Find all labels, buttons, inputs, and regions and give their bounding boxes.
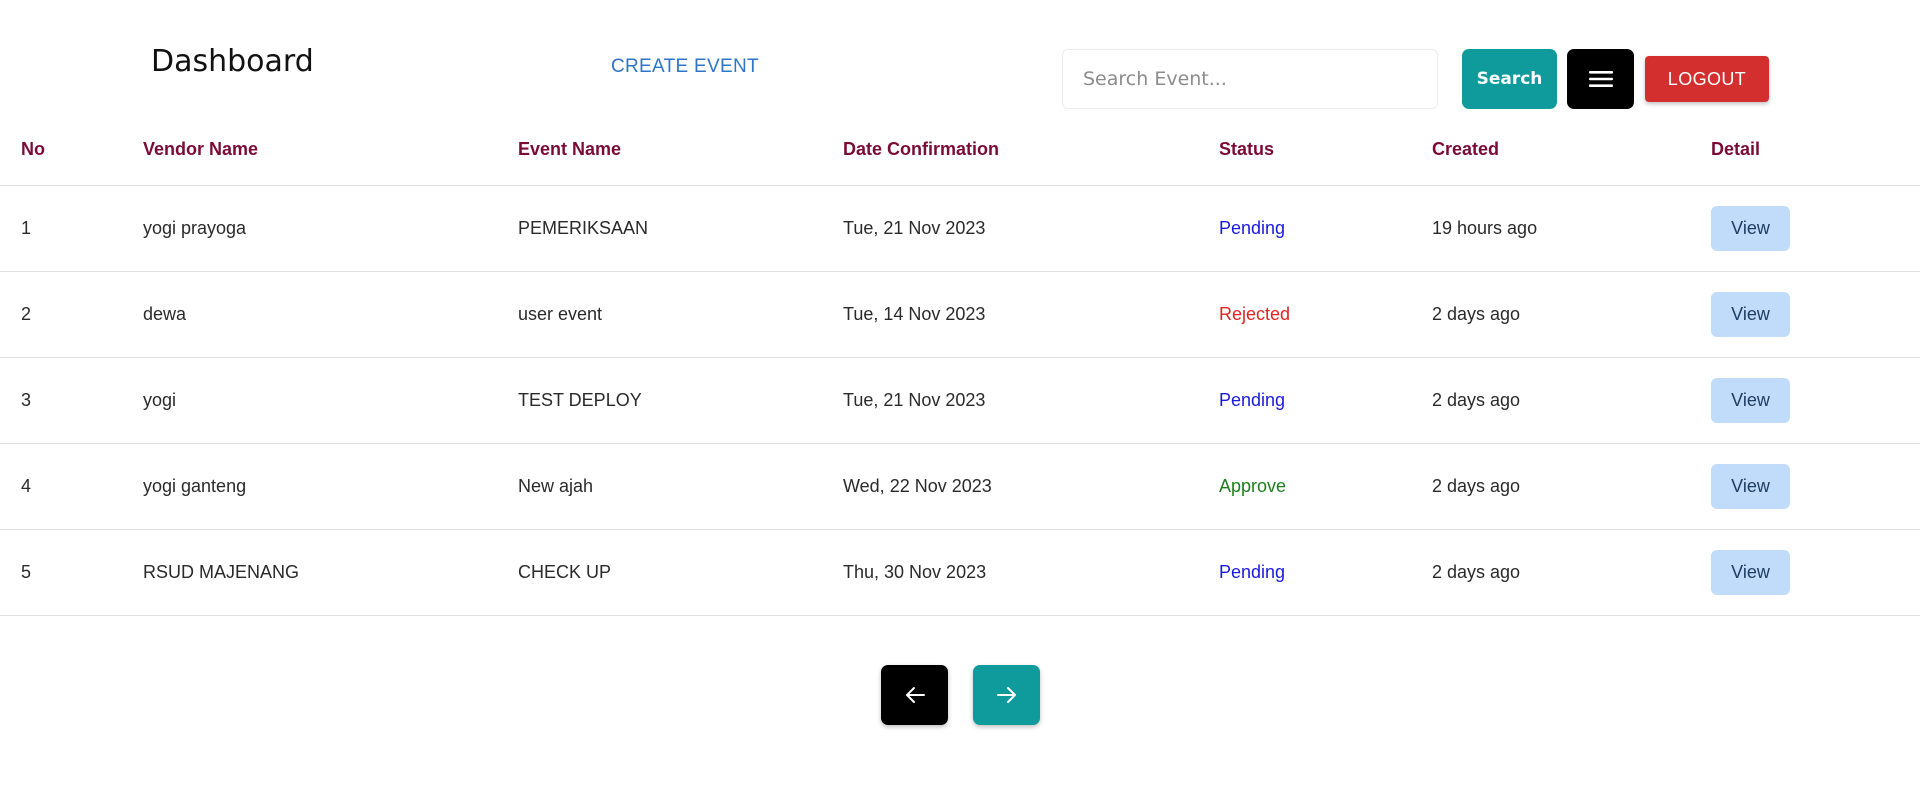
cell-no: 3 xyxy=(0,357,143,444)
cell-vendor-name: yogi prayoga xyxy=(143,185,518,272)
cell-detail: View xyxy=(1711,443,1920,530)
table-row: 4 yogi ganteng New ajah Wed, 22 Nov 2023… xyxy=(0,443,1920,530)
cell-date-confirmation: Tue, 14 Nov 2023 xyxy=(843,271,1219,358)
cell-status: Pending xyxy=(1219,357,1432,444)
events-table: No Vendor Name Event Name Date Confirmat… xyxy=(0,130,1920,616)
page-title: Dashboard xyxy=(151,44,314,79)
cell-vendor-name: yogi xyxy=(143,357,518,444)
column-header-date-confirmation: Date Confirmation xyxy=(843,130,1219,186)
cell-created: 2 days ago xyxy=(1432,443,1711,530)
cell-status: Pending xyxy=(1219,185,1432,272)
column-header-detail: Detail xyxy=(1711,130,1920,186)
pagination xyxy=(0,665,1920,725)
table-row: 2 dewa user event Tue, 14 Nov 2023 Rejec… xyxy=(0,271,1920,358)
cell-no: 2 xyxy=(0,271,143,358)
cell-no: 1 xyxy=(0,185,143,272)
arrow-right-icon xyxy=(996,687,1016,703)
cell-status: Approve xyxy=(1219,443,1432,530)
cell-vendor-name: RSUD MAJENANG xyxy=(143,529,518,616)
cell-created: 2 days ago xyxy=(1432,357,1711,444)
cell-created: 19 hours ago xyxy=(1432,185,1711,272)
cell-vendor-name: dewa xyxy=(143,271,518,358)
cell-created: 2 days ago xyxy=(1432,271,1711,358)
cell-status: Rejected xyxy=(1219,271,1432,358)
cell-date-confirmation: Tue, 21 Nov 2023 xyxy=(843,357,1219,444)
menu-button[interactable] xyxy=(1567,49,1634,109)
previous-page-button[interactable] xyxy=(881,665,948,725)
cell-event-name: PEMERIKSAAN xyxy=(518,185,843,272)
column-header-status: Status xyxy=(1219,130,1432,186)
cell-event-name: CHECK UP xyxy=(518,529,843,616)
search-input[interactable] xyxy=(1062,49,1438,109)
view-button[interactable]: View xyxy=(1711,377,1790,423)
arrow-left-icon xyxy=(905,687,925,703)
view-button[interactable]: View xyxy=(1711,549,1790,595)
cell-event-name: TEST DEPLOY xyxy=(518,357,843,444)
cell-date-confirmation: Thu, 30 Nov 2023 xyxy=(843,529,1219,616)
cell-vendor-name: yogi ganteng xyxy=(143,443,518,530)
top-bar: Dashboard CREATE EVENT Search LOGOUT xyxy=(0,0,1920,130)
view-button[interactable]: View xyxy=(1711,205,1790,251)
cell-event-name: user event xyxy=(518,271,843,358)
create-event-link[interactable]: CREATE EVENT xyxy=(611,56,759,78)
cell-detail: View xyxy=(1711,357,1920,444)
table-row: 5 RSUD MAJENANG CHECK UP Thu, 30 Nov 202… xyxy=(0,529,1920,616)
cell-created: 2 days ago xyxy=(1432,529,1711,616)
view-button[interactable]: View xyxy=(1711,463,1790,509)
cell-no: 4 xyxy=(0,443,143,530)
cell-detail: View xyxy=(1711,529,1920,616)
table-row: 1 yogi prayoga PEMERIKSAAN Tue, 21 Nov 2… xyxy=(0,185,1920,272)
column-header-vendor-name: Vendor Name xyxy=(143,130,518,186)
cell-status: Pending xyxy=(1219,529,1432,616)
cell-date-confirmation: Wed, 22 Nov 2023 xyxy=(843,443,1219,530)
table-row: 3 yogi TEST DEPLOY Tue, 21 Nov 2023 Pend… xyxy=(0,357,1920,444)
column-header-event-name: Event Name xyxy=(518,130,843,186)
cell-detail: View xyxy=(1711,271,1920,358)
cell-date-confirmation: Tue, 21 Nov 2023 xyxy=(843,185,1219,272)
column-header-no: No xyxy=(0,130,143,186)
logout-button[interactable]: LOGOUT xyxy=(1645,56,1769,102)
cell-detail: View xyxy=(1711,185,1920,272)
column-header-created: Created xyxy=(1432,130,1711,186)
view-button[interactable]: View xyxy=(1711,291,1790,337)
table-header-row: No Vendor Name Event Name Date Confirmat… xyxy=(0,130,1920,186)
next-page-button[interactable] xyxy=(973,665,1040,725)
search-button[interactable]: Search xyxy=(1462,49,1557,109)
hamburger-menu-icon xyxy=(1588,71,1613,87)
cell-no: 5 xyxy=(0,529,143,616)
cell-event-name: New ajah xyxy=(518,443,843,530)
